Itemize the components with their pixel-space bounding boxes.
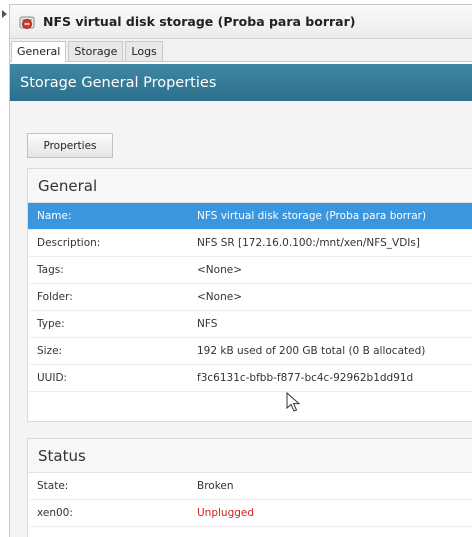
title-bar: NFS virtual disk storage (Proba para bor… bbox=[10, 5, 472, 39]
row-label: Description: bbox=[37, 237, 101, 249]
row-label: Tags: bbox=[37, 264, 64, 276]
general-row-uuid[interactable]: UUID: f3c6131c-bfbb-f877-bc4c-92962b1dd9… bbox=[28, 365, 472, 392]
general-row-tags[interactable]: Tags: <None> bbox=[28, 257, 472, 284]
row-value: NFS SR [172.16.0.100:/mnt/xen/NFS_VDIs] bbox=[197, 237, 420, 249]
row-value: NFS bbox=[197, 318, 218, 330]
tab-storage[interactable]: Storage bbox=[68, 41, 124, 61]
mouse-pointer-icon bbox=[286, 392, 301, 412]
row-value: Unplugged bbox=[197, 507, 255, 519]
row-value: <None> bbox=[197, 291, 242, 303]
general-section: General Name: NFS virtual disk storage (… bbox=[27, 168, 472, 422]
tab-logs[interactable]: Logs bbox=[125, 41, 163, 61]
general-row-name[interactable]: Name: NFS virtual disk storage (Proba pa… bbox=[28, 203, 472, 230]
row-value: NFS virtual disk storage (Proba para bor… bbox=[197, 210, 427, 222]
row-label: State: bbox=[37, 480, 69, 492]
general-row-type[interactable]: Type: NFS bbox=[28, 311, 472, 338]
status-section-title[interactable]: Status bbox=[28, 439, 472, 473]
row-label: UUID: bbox=[37, 372, 68, 384]
row-label: Type: bbox=[37, 318, 65, 330]
page-title-band: Storage General Properties bbox=[10, 64, 472, 101]
tab-general[interactable]: General bbox=[11, 41, 67, 62]
storage-properties-window: NFS virtual disk storage (Proba para bor… bbox=[9, 4, 472, 537]
row-value: f3c6131c-bfbb-f877-bc4c-92962b1dd91d bbox=[197, 372, 414, 384]
general-row-folder[interactable]: Folder: <None> bbox=[28, 284, 472, 311]
row-value: 192 kB used of 200 GB total (0 B allocat… bbox=[197, 345, 426, 357]
row-value: <None> bbox=[197, 264, 242, 276]
status-row-host[interactable]: xen00: Unplugged bbox=[28, 500, 472, 527]
properties-content: Properties General Name: NFS virtual dis… bbox=[10, 101, 472, 537]
window-title: NFS virtual disk storage (Proba para bor… bbox=[43, 14, 356, 29]
general-row-size[interactable]: Size: 192 kB used of 200 GB total (0 B a… bbox=[28, 338, 472, 365]
row-label: Size: bbox=[37, 345, 63, 357]
general-section-title[interactable]: General bbox=[28, 169, 472, 203]
row-value: Broken bbox=[197, 480, 234, 492]
general-row-description[interactable]: Description: NFS SR [172.16.0.100:/mnt/x… bbox=[28, 230, 472, 257]
status-row-state[interactable]: State: Broken bbox=[28, 473, 472, 500]
tab-strip: General Storage Logs bbox=[10, 39, 472, 62]
row-label: Folder: bbox=[37, 291, 73, 303]
status-section: Status State: Broken xen00: Unplugged bbox=[27, 438, 472, 537]
properties-button[interactable]: Properties bbox=[27, 133, 113, 158]
screenshot-page: NFS virtual disk storage (Proba para bor… bbox=[0, 0, 472, 537]
edge-arrow-icon bbox=[2, 10, 7, 18]
row-label: xen00: bbox=[37, 507, 73, 519]
page-title: Storage General Properties bbox=[20, 74, 217, 91]
row-label: Name: bbox=[37, 210, 72, 222]
storage-error-icon bbox=[19, 16, 35, 29]
